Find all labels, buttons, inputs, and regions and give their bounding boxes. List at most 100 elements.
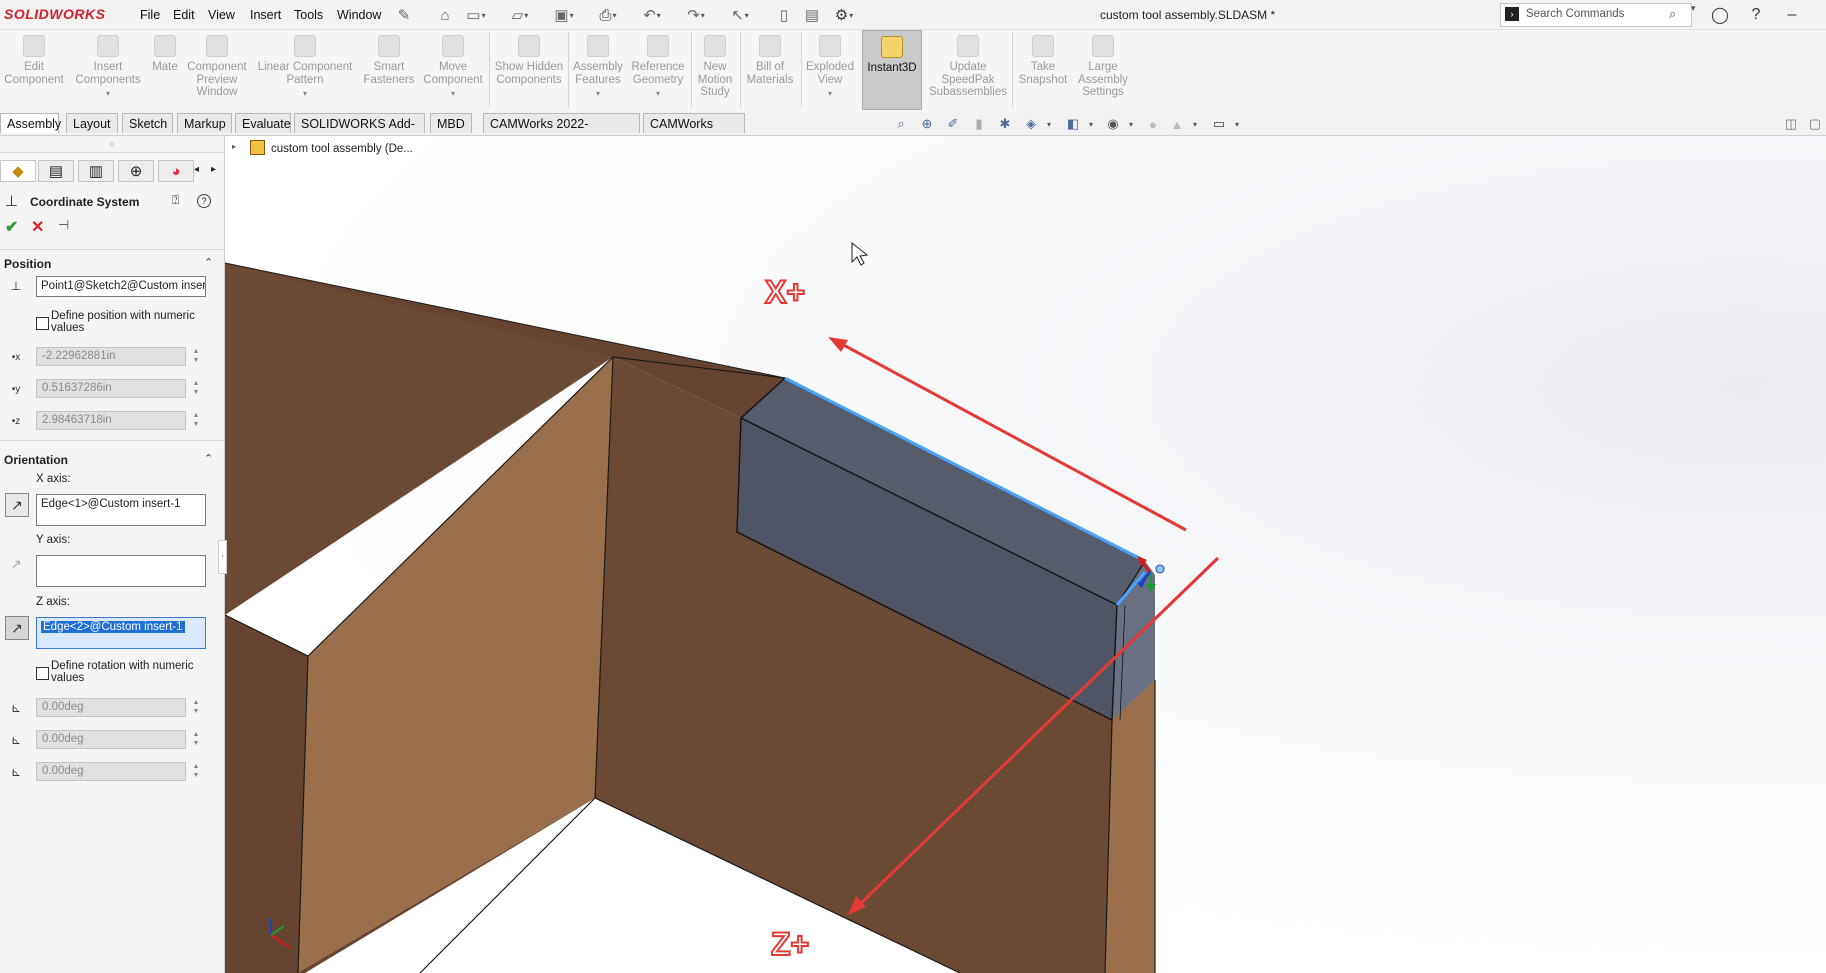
rebuild-icon[interactable]: ▯	[774, 5, 794, 25]
y-coordinate-field[interactable]: 0.51637286in	[36, 379, 186, 398]
tab-property-manager[interactable]: ▤	[38, 160, 74, 182]
rotation-x-field[interactable]: 0.00deg	[36, 698, 186, 717]
help-icon[interactable]: ?	[1745, 4, 1767, 26]
open-icon[interactable]: ▱ ▾	[510, 5, 530, 25]
show-hidden-components-button[interactable]: Show Hidden Components	[493, 30, 565, 110]
display-style-icon[interactable]: ◧	[1064, 116, 1082, 132]
menu-edit[interactable]: Edit	[173, 8, 195, 22]
z-axis-direction-icon[interactable]: ↗	[5, 616, 29, 640]
x-spinner-icon[interactable]: ▲ ▼	[191, 347, 201, 365]
instant3d-button[interactable]: Instant3D	[862, 30, 922, 110]
view-settings-icon[interactable]: ▭	[1210, 116, 1228, 132]
menu-window[interactable]: Window	[337, 8, 381, 22]
panel-collapse-handle[interactable]: ›	[218, 540, 227, 574]
x-coordinate-field[interactable]: -2.22962881in	[36, 347, 186, 366]
tab-layout[interactable]: Layout	[66, 113, 118, 133]
tab-display-manager[interactable]: ◕	[158, 160, 194, 182]
panel-grip[interactable]: ○	[0, 136, 224, 153]
component-preview-window-button[interactable]: Component Preview Window	[184, 30, 250, 110]
y-axis-field[interactable]	[36, 555, 206, 587]
z-coordinate-field[interactable]: 2.98463718in	[36, 411, 186, 430]
tab-feature-manager[interactable]: ◆	[0, 160, 36, 182]
zoom-to-area-icon[interactable]: ⊕	[918, 116, 936, 132]
new-motion-study-button[interactable]: New Motion Study	[694, 30, 736, 110]
tree-root-label[interactable]: custom tool assembly (De...	[271, 143, 413, 155]
menu-tools[interactable]: Tools	[294, 8, 323, 22]
save-icon[interactable]: ▣ ▾	[554, 5, 574, 25]
numeric-position-checkbox[interactable]	[36, 317, 49, 330]
tab-sketch[interactable]: Sketch	[122, 113, 173, 133]
rotation-z-field[interactable]: 0.00deg	[36, 762, 186, 781]
options-gear-icon[interactable]: ⚙ ▾	[834, 5, 854, 25]
position-reference-field[interactable]: Point1@Sketch2@Custom insert	[36, 276, 206, 297]
tab-mbd[interactable]: MBD	[430, 113, 472, 133]
exploded-view-button[interactable]: Exploded View ▾	[805, 30, 855, 110]
position-collapse-icon[interactable]: ⌃	[204, 256, 213, 269]
pin-menu-icon[interactable]: ✎	[394, 5, 414, 25]
update-speedpak-button[interactable]: Update SpeedPak Subassemblies	[928, 30, 1008, 110]
large-assembly-settings-button[interactable]: Large Assembly Settings	[1072, 30, 1134, 110]
tab-camworks-2022[interactable]: CAMWorks 2022	[643, 113, 745, 151]
mate-button[interactable]: Mate	[148, 30, 182, 110]
redo-icon[interactable]: ↷ ▾	[686, 5, 706, 25]
hide-show-items-icon[interactable]: ◉	[1104, 116, 1122, 132]
bill-of-materials-button[interactable]: Bill of Materials	[743, 30, 797, 110]
graphics-area[interactable]: X+ Z+	[225, 136, 1826, 973]
tab-assembly[interactable]: Assembly	[0, 113, 61, 133]
search-icon[interactable]: ⌕	[1669, 6, 1676, 22]
tab-evaluate[interactable]: Evaluate	[235, 113, 291, 133]
rotation-y-field[interactable]: 0.00deg	[36, 730, 186, 749]
x-axis-direction-icon[interactable]: ↗	[5, 493, 29, 517]
scroll-right-icon[interactable]: ▸	[211, 164, 216, 175]
hide-show-dropdown-icon[interactable]: ▾	[1122, 116, 1140, 132]
minimize-icon[interactable]: –	[1781, 4, 1803, 26]
zoom-to-fit-icon[interactable]: ⌕	[892, 116, 910, 132]
assembly-features-button[interactable]: Assembly Features ▾	[572, 30, 624, 110]
edit-appearance-icon[interactable]: ●	[1144, 116, 1162, 132]
take-snapshot-button[interactable]: Take Snapshot	[1016, 30, 1070, 110]
view-orientation-dropdown-icon[interactable]: ▾	[1040, 116, 1058, 132]
z-spinner-icon[interactable]: ▲ ▼	[191, 411, 201, 429]
ok-check-icon[interactable]: ✔	[5, 217, 18, 237]
scroll-left-icon[interactable]: ◂	[194, 164, 199, 175]
smart-fasteners-button[interactable]: Smart Fasteners	[360, 30, 418, 110]
help-icon[interactable]: ?	[197, 194, 211, 208]
previous-view-icon[interactable]: ✐	[944, 116, 962, 132]
apply-scene-dropdown-icon[interactable]: ▾	[1186, 116, 1204, 132]
tab-markup[interactable]: Markup	[177, 113, 232, 133]
new-document-icon[interactable]: ▭ ▾	[466, 5, 486, 25]
home-icon[interactable]: ⌂	[435, 5, 455, 25]
section-view-icon[interactable]: ▮	[970, 116, 988, 132]
restore-panel-icon[interactable]: ◫	[1782, 116, 1800, 132]
menu-file[interactable]: File	[140, 8, 160, 22]
tree-expand-icon[interactable]: ▸	[232, 142, 236, 151]
view-orientation-icon[interactable]: ◈	[1022, 116, 1040, 132]
numeric-rotation-checkbox[interactable]	[36, 667, 49, 680]
user-account-icon[interactable]: ◯	[1709, 4, 1731, 26]
tab-configuration-manager[interactable]: ▥	[78, 160, 114, 182]
rotation-y-spinner-icon[interactable]: ▲ ▼	[191, 730, 201, 748]
select-icon[interactable]: ↖ ▾	[730, 5, 750, 25]
z-axis-field[interactable]: Edge<2>@Custom insert-1	[36, 617, 206, 649]
tab-dimxpert-manager[interactable]: ⊕	[118, 160, 154, 182]
search-dropdown-icon[interactable]: ▾	[1691, 3, 1696, 14]
cancel-x-icon[interactable]: ✕	[31, 217, 44, 237]
view-settings-dropdown-icon[interactable]: ▾	[1228, 116, 1246, 132]
move-component-button[interactable]: Move Component ▾	[420, 30, 486, 110]
search-commands-input[interactable]: › Search Commands ⌕	[1500, 3, 1692, 27]
menu-insert[interactable]: Insert	[250, 8, 281, 22]
pushpin-icon[interactable]: ⊣	[58, 217, 69, 233]
print-icon[interactable]: ⎙ ▾	[598, 5, 618, 25]
y-axis-direction-icon[interactable]: ↗	[6, 554, 26, 574]
tab-solidworks-add-ins[interactable]: SOLIDWORKS Add-Ins	[294, 113, 425, 151]
tab-camworks-workflow[interactable]: CAMWorks 2022-WorkFlow	[483, 113, 640, 151]
orientation-collapse-icon[interactable]: ⌃	[204, 452, 213, 465]
dynamic-annotation-icon[interactable]: ✱	[996, 116, 1014, 132]
origin-point[interactable]	[1155, 564, 1165, 574]
undo-icon[interactable]: ↶ ▾	[642, 5, 662, 25]
linear-component-pattern-button[interactable]: Linear Component Pattern ▾	[255, 30, 355, 110]
edit-component-button[interactable]: Edit Component	[2, 30, 66, 110]
detailed-help-icon[interactable]: ⍰	[172, 193, 179, 208]
x-axis-field[interactable]: Edge<1>@Custom insert-1	[36, 494, 206, 526]
rotation-z-spinner-icon[interactable]: ▲ ▼	[191, 762, 201, 780]
